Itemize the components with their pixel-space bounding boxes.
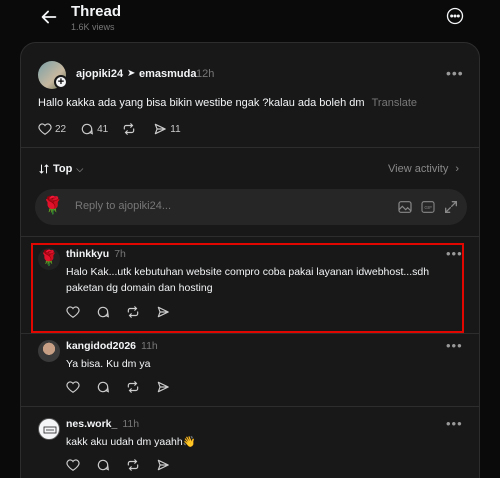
- follow-plus-icon[interactable]: +: [54, 75, 68, 89]
- comment-actions: [66, 380, 186, 394]
- comment-text: Ya bisa. Ku dm ya: [66, 358, 151, 370]
- repost-icon[interactable]: [126, 380, 140, 394]
- divider: [21, 406, 479, 407]
- divider: [21, 147, 479, 148]
- post-more-icon[interactable]: •••: [446, 65, 464, 81]
- post-actions: 22 41 11: [38, 122, 195, 136]
- sort-dropdown[interactable]: Top ⌵: [38, 163, 83, 175]
- send-icon[interactable]: [156, 458, 170, 472]
- reply-placeholder: Reply to ajopiki24...: [75, 200, 171, 212]
- chevron-right-icon: ›: [455, 163, 460, 175]
- comment-header: nes.work_ 11h: [66, 418, 139, 430]
- comment-button[interactable]: 41: [80, 122, 108, 136]
- commenter-avatar[interactable]: [38, 418, 60, 440]
- view-count: 1.6K views: [71, 22, 115, 32]
- comment-icon[interactable]: [96, 380, 110, 394]
- view-activity-label: View activity: [388, 163, 449, 175]
- svg-text:GIF: GIF: [424, 205, 432, 210]
- divider: [21, 236, 479, 237]
- like-count: 22: [55, 123, 67, 135]
- comment-header: kangidod2026 11h: [66, 340, 158, 352]
- heart-icon: [38, 123, 52, 135]
- translate-link[interactable]: Translate: [372, 97, 417, 109]
- coauthor-link-icon: ➤: [127, 68, 136, 79]
- reply-input[interactable]: 🌹 Reply to ajopiki24... GIF: [35, 189, 467, 225]
- comment-count: 41: [97, 123, 109, 135]
- chevron-down-icon: ⌵: [76, 163, 84, 174]
- repost-icon[interactable]: [126, 458, 140, 472]
- divider: [21, 333, 479, 334]
- comment-time: 11h: [141, 340, 158, 352]
- comment-actions: [66, 458, 186, 472]
- post-text: Hallo kakka ada yang bisa bikin westibe …: [38, 97, 365, 109]
- avatar-logo-icon: [43, 426, 57, 434]
- comment-icon: [81, 123, 94, 135]
- expand-icon[interactable]: [443, 199, 459, 215]
- comment-more-icon[interactable]: •••: [446, 416, 463, 431]
- sort-icon: [39, 164, 49, 174]
- page-title: Thread: [71, 3, 122, 20]
- post-time: 12h: [196, 68, 215, 80]
- commenter-name[interactable]: nes.work_: [66, 418, 117, 430]
- top-bar: Thread 1.6K views: [0, 0, 500, 40]
- post-body: Hallo kakka ada yang bisa bikin westibe …: [38, 97, 417, 109]
- image-icon[interactable]: [397, 199, 413, 215]
- comment-text: kakk aku udah dm yaahh👋: [66, 436, 196, 448]
- sort-label: Top: [53, 163, 73, 175]
- send-icon[interactable]: [156, 380, 170, 394]
- more-options-icon[interactable]: [445, 6, 465, 26]
- heart-icon[interactable]: [66, 380, 80, 394]
- comment-more-icon[interactable]: •••: [446, 338, 463, 353]
- like-button[interactable]: 22: [38, 122, 66, 136]
- repost-button[interactable]: [122, 122, 139, 136]
- post-coauthor[interactable]: emasmuda: [139, 68, 196, 80]
- highlight-box: [31, 243, 464, 333]
- gif-icon[interactable]: GIF: [420, 199, 436, 215]
- send-icon: [155, 123, 167, 135]
- view-activity-link[interactable]: View activity ›: [388, 163, 459, 175]
- heart-icon[interactable]: [66, 458, 80, 472]
- comment-time: 11h: [122, 418, 140, 430]
- share-button[interactable]: 11: [153, 122, 181, 136]
- share-count: 11: [170, 123, 181, 135]
- post-author[interactable]: ajopiki24: [76, 68, 123, 80]
- back-arrow-icon[interactable]: [38, 6, 60, 28]
- user-avatar: 🌹: [42, 196, 64, 215]
- repost-icon: [124, 123, 135, 135]
- commenter-avatar[interactable]: [38, 340, 60, 362]
- commenter-name[interactable]: kangidod2026: [66, 340, 136, 352]
- comment-icon[interactable]: [96, 458, 110, 472]
